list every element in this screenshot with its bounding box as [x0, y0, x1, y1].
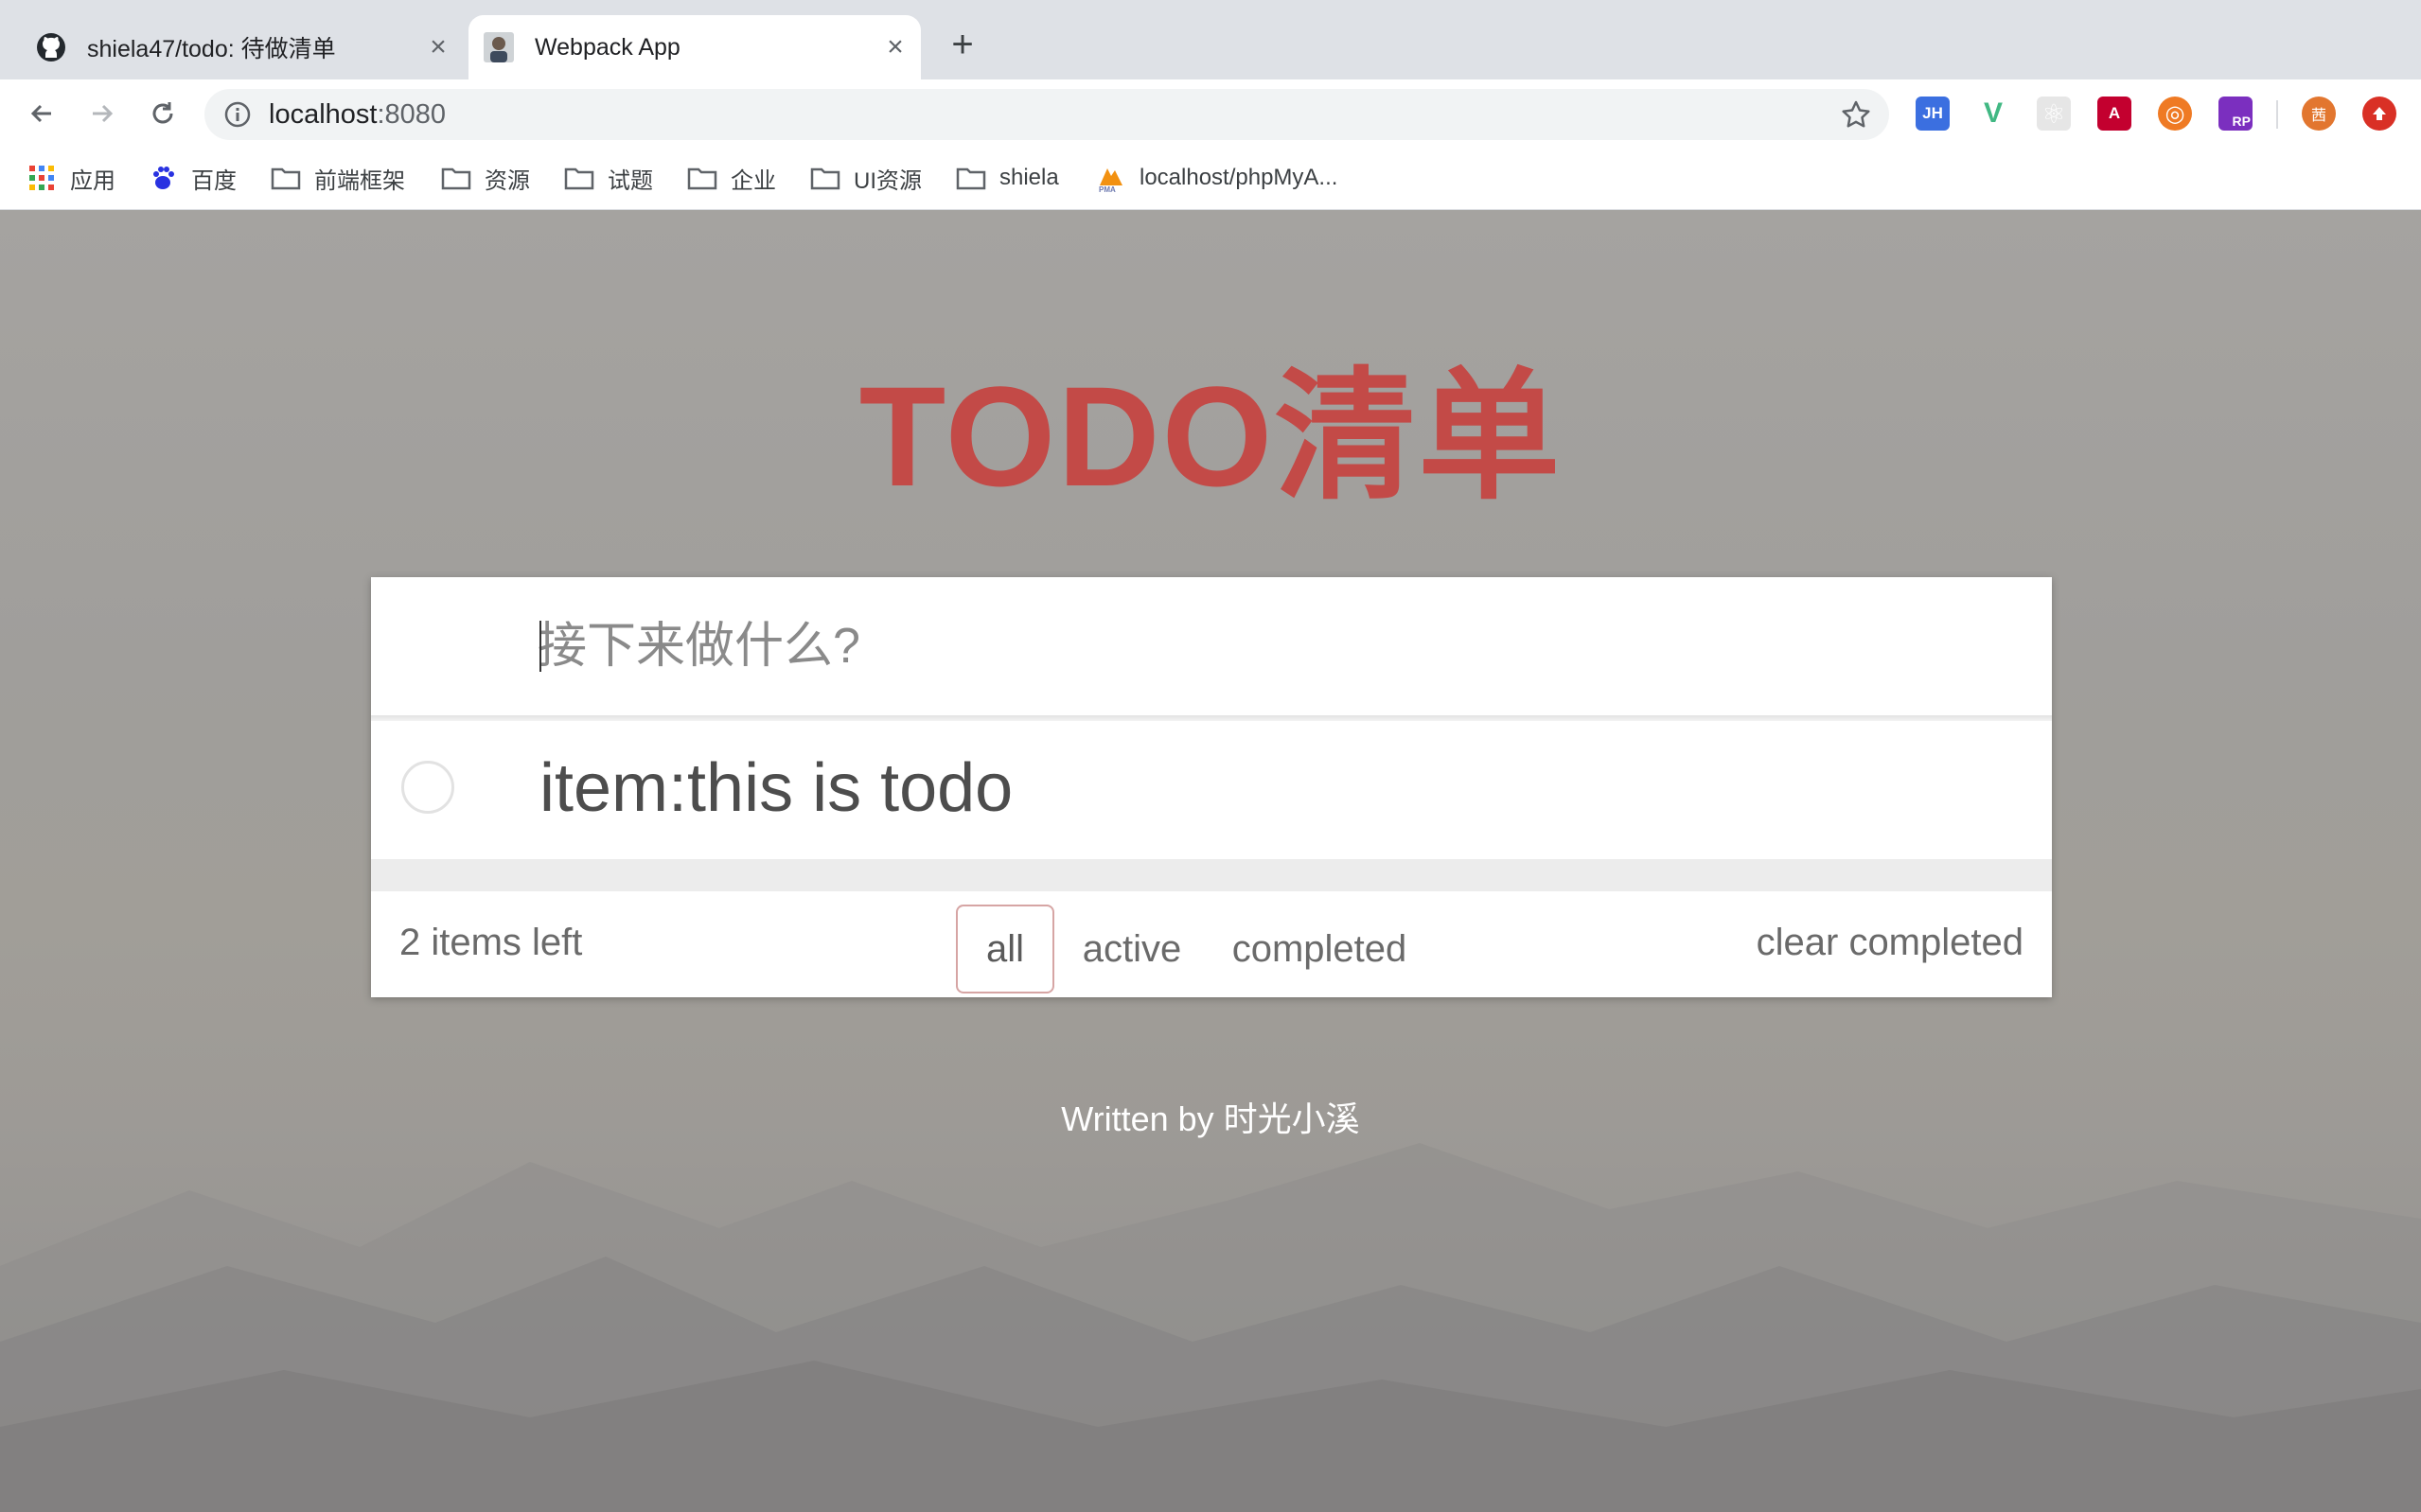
url-host: localhost [269, 99, 378, 130]
axure-rp-icon[interactable]: RP [2218, 97, 2253, 131]
tab-strip: shiela47/todo: 待做清单 × Webpack App × + [0, 0, 2421, 79]
tab-close-icon[interactable]: × [424, 33, 452, 62]
update-arrow-icon[interactable] [2362, 97, 2396, 131]
bookmark-label: 试题 [608, 167, 653, 194]
clear-completed-button[interactable]: clear completed [1757, 922, 2023, 964]
bookmark-apps[interactable]: 应用 [27, 159, 115, 197]
tab-webpack-app[interactable]: Webpack App × [468, 15, 921, 79]
bookmark-folder-shiela[interactable]: shiela [956, 159, 1059, 197]
todo-card: item:this is todo 2 items left all activ… [371, 577, 2052, 997]
new-todo-input[interactable] [371, 577, 2052, 715]
tab-close-icon[interactable]: × [881, 33, 910, 62]
folder-icon [810, 163, 840, 193]
bookmarks-bar: 应用 百度 前端框架 资源 试题 企业 UI资源 shiela PMA loca… [0, 148, 2421, 210]
folder-icon [564, 163, 594, 193]
avatar-favicon-icon [484, 32, 514, 62]
vue-devtools-icon[interactable]: V [1976, 97, 2010, 131]
bookmark-label: 前端框架 [314, 167, 405, 194]
url-text: localhost:8080 [269, 99, 446, 131]
bookmark-label: 资源 [485, 167, 530, 194]
apps-grid-icon [27, 163, 57, 193]
bookmark-folder-exams[interactable]: 试题 [564, 159, 653, 197]
tab-title: shiela47/todo: 待做清单 [87, 36, 336, 62]
bookmark-label: 应用 [70, 167, 115, 194]
browser-toolbar: localhost:8080 JH V ⚛ A ◎ RP 茜 [0, 79, 2421, 148]
mountain-background [0, 1143, 2421, 1512]
bookmark-label: 百度 [191, 167, 237, 194]
url-port: :8080 [377, 99, 447, 130]
page-viewport: TODO清单 item:this is todo 2 items left al… [0, 210, 2421, 1512]
lifebuoy-extension-icon[interactable]: ◎ [2158, 97, 2192, 131]
tab-title: Webpack App [535, 33, 680, 61]
bookmark-label: UI资源 [854, 167, 922, 194]
todo-item-label: item:this is todo [539, 750, 1014, 826]
folder-icon [441, 163, 471, 193]
bookmark-label: shiela [999, 165, 1059, 190]
author-credit: Written by 时光小溪 [1061, 1099, 1360, 1138]
svg-text:PMA: PMA [1099, 185, 1116, 193]
angular-icon[interactable]: A [2097, 97, 2131, 131]
reload-icon[interactable] [144, 95, 182, 132]
filter-completed-button[interactable]: completed [1210, 905, 1429, 993]
baidu-paw-icon [148, 163, 178, 193]
todo-footer: 2 items left all active completed clear … [371, 891, 2052, 997]
phpmyadmin-icon: PMA [1096, 163, 1126, 193]
tab-github[interactable]: shiela47/todo: 待做清单 × [21, 15, 464, 79]
site-info-icon[interactable] [223, 100, 252, 129]
bookmark-label: 企业 [731, 167, 776, 194]
filter-all-button[interactable]: all [956, 905, 1054, 993]
jh-extension-icon[interactable]: JH [1916, 97, 1950, 131]
bookmark-label: localhost/phpMyA... [1140, 165, 1338, 190]
items-left-count: 2 items left [399, 922, 583, 963]
forward-arrow-icon[interactable] [83, 95, 121, 132]
folder-icon [271, 163, 301, 193]
bookmark-folder-resources[interactable]: 资源 [441, 159, 530, 197]
bookmark-folder-frontend[interactable]: 前端框架 [271, 159, 405, 197]
bookmark-phpmyadmin[interactable]: PMA localhost/phpMyA... [1096, 159, 1337, 197]
todo-toggle-checkbox[interactable] [401, 761, 454, 814]
profile-avatar[interactable]: 茜 [2302, 97, 2336, 131]
folder-icon [956, 163, 986, 193]
toolbar-separator [2276, 100, 2278, 129]
new-tab-button[interactable]: + [946, 26, 979, 63]
list-divider [371, 859, 2052, 891]
text-caret [539, 621, 541, 672]
back-arrow-icon[interactable] [23, 95, 61, 132]
app-title: TODO清单 [858, 357, 1563, 516]
folder-icon [687, 163, 717, 193]
bookmark-folder-ui-resources[interactable]: UI资源 [810, 159, 922, 197]
github-icon [36, 32, 66, 62]
bookmark-folder-enterprise[interactable]: 企业 [687, 159, 776, 197]
address-bar[interactable]: localhost:8080 [204, 89, 1889, 140]
filter-active-button[interactable]: active [1068, 905, 1196, 993]
todo-item[interactable]: item:this is todo [371, 721, 2052, 859]
bookmark-star-icon[interactable] [1840, 98, 1872, 131]
react-devtools-icon[interactable]: ⚛ [2037, 97, 2071, 131]
bookmark-baidu[interactable]: 百度 [148, 159, 237, 197]
